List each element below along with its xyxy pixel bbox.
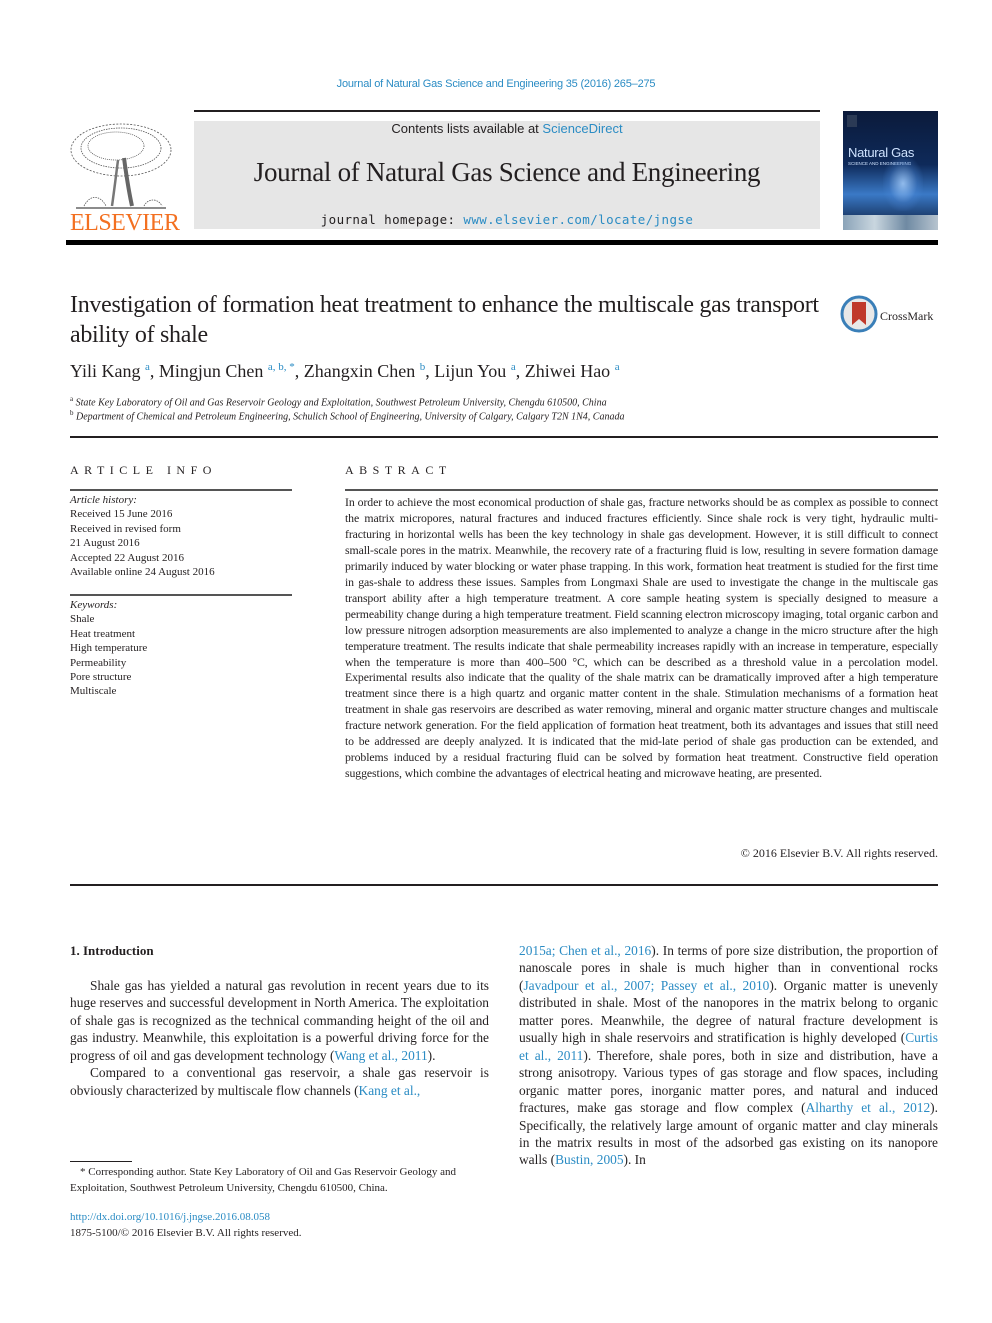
abstract-rule [345, 489, 938, 491]
journal-cover[interactable]: Natural Gas SCIENCE AND ENGINEERING [843, 111, 938, 230]
keywords-label: Keywords: [70, 599, 118, 611]
history-item: Accepted 22 August 2016 [70, 551, 184, 564]
homepage-prefix: journal homepage: [320, 212, 464, 227]
homepage-link[interactable]: www.elsevier.com/locate/jngse [463, 212, 693, 227]
body-column-left: Shale gas has yielded a natural gas revo… [70, 977, 489, 1099]
elsevier-tree-icon [70, 123, 172, 209]
author-list: Yili Kang a, Mingjun Chen a, b, *, Zhang… [70, 361, 620, 381]
elsevier-wordmark: ELSEVIER [70, 210, 180, 236]
affiliations-rule [70, 436, 938, 438]
journal-name: Journal of Natural Gas Science and Engin… [253, 157, 761, 187]
keyword: Heat treatment [70, 627, 136, 640]
elsevier-logo[interactable]: ELSEVIER [66, 118, 180, 236]
affiliation-text: Department of Chemical and Petroleum Eng… [76, 411, 625, 423]
crossmark-icon [840, 295, 878, 333]
sciencedirect-link[interactable]: ScienceDirect [542, 121, 622, 136]
header-bottom-rule [66, 240, 938, 245]
abstract-heading: ABSTRACT [345, 463, 452, 477]
keyword: High temperature [70, 642, 148, 655]
reference-link[interactable]: Kang et al., [359, 1083, 421, 1098]
contents-line: Contents lists available at ScienceDirec… [194, 121, 820, 136]
header-top-rule [194, 110, 820, 112]
author-affiliation-marker[interactable]: a [511, 361, 516, 373]
paragraph: Shale gas has yielded a natural gas revo… [70, 977, 489, 1064]
footnote-rule [70, 1161, 132, 1162]
author-affiliation-marker[interactable]: a [145, 361, 150, 373]
paragraph: 2015a; Chen et al., 2016). In terms of p… [519, 942, 938, 1169]
reference-link[interactable]: 2015a; Chen et al., 2016 [519, 943, 651, 958]
affiliation-b: b Department of Chemical and Petroleum E… [70, 409, 624, 422]
crossmark-badge[interactable]: CrossMark [840, 295, 933, 338]
affiliation-marker: a [70, 395, 74, 403]
issn-copyright: 1875-5100/© 2016 Elsevier B.V. All right… [70, 1226, 302, 1239]
author-name[interactable]: Zhangxin Chen [304, 361, 415, 381]
keywords: Keywords: Shale Heat treatment High temp… [70, 598, 292, 699]
author-affiliation-marker[interactable]: a [615, 361, 620, 373]
author-affiliation-marker[interactable]: b [420, 361, 426, 373]
cover-flame-art [883, 156, 923, 211]
crossmark-label: CrossMark [880, 309, 934, 323]
keyword: Multiscale [70, 685, 117, 698]
article-title: Investigation of formation heat treatmen… [70, 292, 819, 348]
author-name[interactable]: Zhiwei Hao [525, 361, 610, 381]
keyword: Permeability [70, 656, 127, 669]
body-column-right: 2015a; Chen et al., 2016). In terms of p… [519, 942, 938, 1169]
abstract-copyright: © 2016 Elsevier B.V. All rights reserved… [740, 846, 938, 860]
keywords-rule [70, 594, 292, 596]
author-name[interactable]: Yili Kang [70, 361, 141, 381]
body-text: ). [427, 1047, 436, 1063]
affiliation-a: a State Key Laboratory of Oil and Gas Re… [70, 395, 607, 408]
history-item: 21 August 2016 [70, 537, 140, 550]
paragraph: Compared to a conventional gas reservoir… [70, 1064, 489, 1099]
doi-block: http://dx.doi.org/10.1016/j.jngse.2016.0… [70, 1210, 302, 1241]
history-item: Available online 24 August 2016 [70, 566, 215, 579]
reference-link[interactable]: Javadpour et al., 2007; Passey et al., 2… [523, 978, 769, 993]
reference-link[interactable]: Wang et al., 2011 [334, 1048, 427, 1063]
article-info-rule [70, 489, 292, 491]
journal-banner: Contents lists available at ScienceDirec… [194, 121, 820, 229]
author-name[interactable]: Lijun You [434, 361, 506, 381]
affiliation-marker: b [70, 409, 74, 417]
author-affiliation-marker[interactable]: a, b, * [268, 361, 295, 373]
section-heading-introduction: 1. Introduction [70, 943, 154, 958]
history-item: Received in revised form [70, 522, 181, 535]
abstract-text: In order to achieve the most economical … [345, 495, 938, 781]
journal-citation[interactable]: Journal of Natural Gas Science and Engin… [0, 78, 992, 90]
keyword: Pore structure [70, 671, 132, 684]
article-history-label: Article history: [70, 494, 137, 506]
cover-photo-strip [843, 215, 938, 230]
author-name[interactable]: Mingjun Chen [159, 361, 264, 381]
corresponding-author-footnote: * Corresponding author. State Key Labora… [70, 1166, 457, 1194]
cover-publisher-emblem [847, 115, 857, 127]
contents-prefix: Contents lists available at [391, 121, 543, 136]
affiliation-text: State Key Laboratory of Oil and Gas Rese… [75, 397, 607, 409]
doi-link[interactable]: http://dx.doi.org/10.1016/j.jngse.2016.0… [70, 1210, 302, 1226]
homepage-line: journal homepage: www.elsevier.com/locat… [194, 212, 820, 227]
reference-link[interactable]: Alharthy et al., 2012 [806, 1100, 931, 1115]
history-item: Received 15 June 2016 [70, 508, 173, 521]
article-info-heading: ARTICLE INFO [70, 463, 217, 477]
article-history: Article history: Received 15 June 2016 R… [70, 493, 292, 579]
reference-link[interactable]: Bustin, 2005 [555, 1152, 623, 1167]
body-text: Compared to a conventional gas reservoir… [70, 1065, 489, 1098]
keyword: Shale [70, 613, 95, 626]
body-text: ). In [623, 1152, 646, 1168]
abstract-bottom-rule [70, 884, 938, 886]
